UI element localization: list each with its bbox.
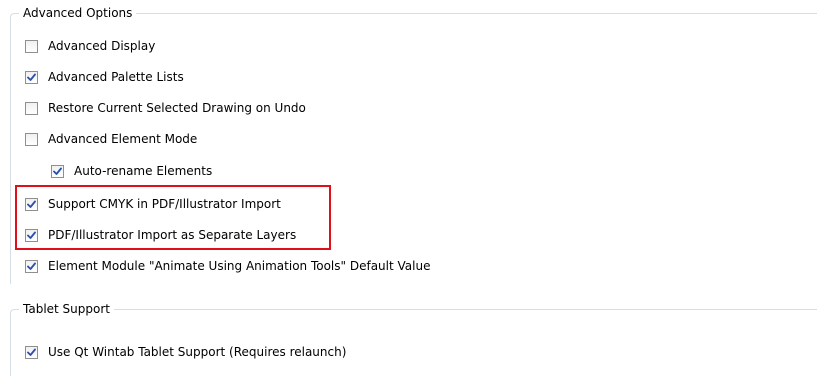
- advanced-palette-lists-option[interactable]: Advanced Palette Lists: [25, 68, 184, 86]
- checkmark-icon: [27, 348, 36, 356]
- auto-rename-elements-option[interactable]: Auto-rename Elements: [51, 162, 212, 180]
- qt-wintab-checkbox[interactable]: [25, 345, 38, 359]
- advanced-element-mode-option[interactable]: Advanced Element Mode: [25, 130, 197, 148]
- advanced-options-title: Advanced Options: [19, 5, 137, 21]
- auto-rename-elements-checkbox[interactable]: [51, 164, 64, 178]
- advanced-display-checkbox[interactable]: [25, 39, 38, 53]
- advanced-palette-lists-checkbox[interactable]: [25, 70, 38, 84]
- qt-wintab-label: Use Qt Wintab Tablet Support (Requires r…: [48, 345, 347, 359]
- animate-tools-default-option[interactable]: Element Module "Animate Using Animation …: [25, 257, 430, 275]
- animate-tools-default-checkbox[interactable]: [25, 259, 38, 273]
- advanced-display-option[interactable]: Advanced Display: [25, 37, 155, 55]
- checkmark-icon: [53, 167, 62, 175]
- advanced-palette-lists-label: Advanced Palette Lists: [48, 70, 184, 84]
- advanced-element-mode-label: Advanced Element Mode: [48, 132, 198, 146]
- checkmark-icon: [27, 262, 36, 270]
- checkmark-icon: [27, 73, 36, 81]
- restore-selected-drawing-checkbox[interactable]: [25, 101, 38, 115]
- advanced-element-mode-checkbox[interactable]: [25, 132, 38, 146]
- restore-selected-drawing-option[interactable]: Restore Current Selected Drawing on Undo: [25, 99, 306, 117]
- auto-rename-elements-label: Auto-rename Elements: [74, 164, 213, 178]
- tablet-support-title: Tablet Support: [19, 301, 114, 317]
- qt-wintab-option[interactable]: Use Qt Wintab Tablet Support (Requires r…: [25, 343, 346, 361]
- animate-tools-default-label: Element Module "Animate Using Animation …: [48, 259, 431, 273]
- restore-selected-drawing-label: Restore Current Selected Drawing on Undo: [48, 101, 306, 115]
- advanced-display-label: Advanced Display: [48, 39, 156, 53]
- highlight-box: [15, 185, 331, 250]
